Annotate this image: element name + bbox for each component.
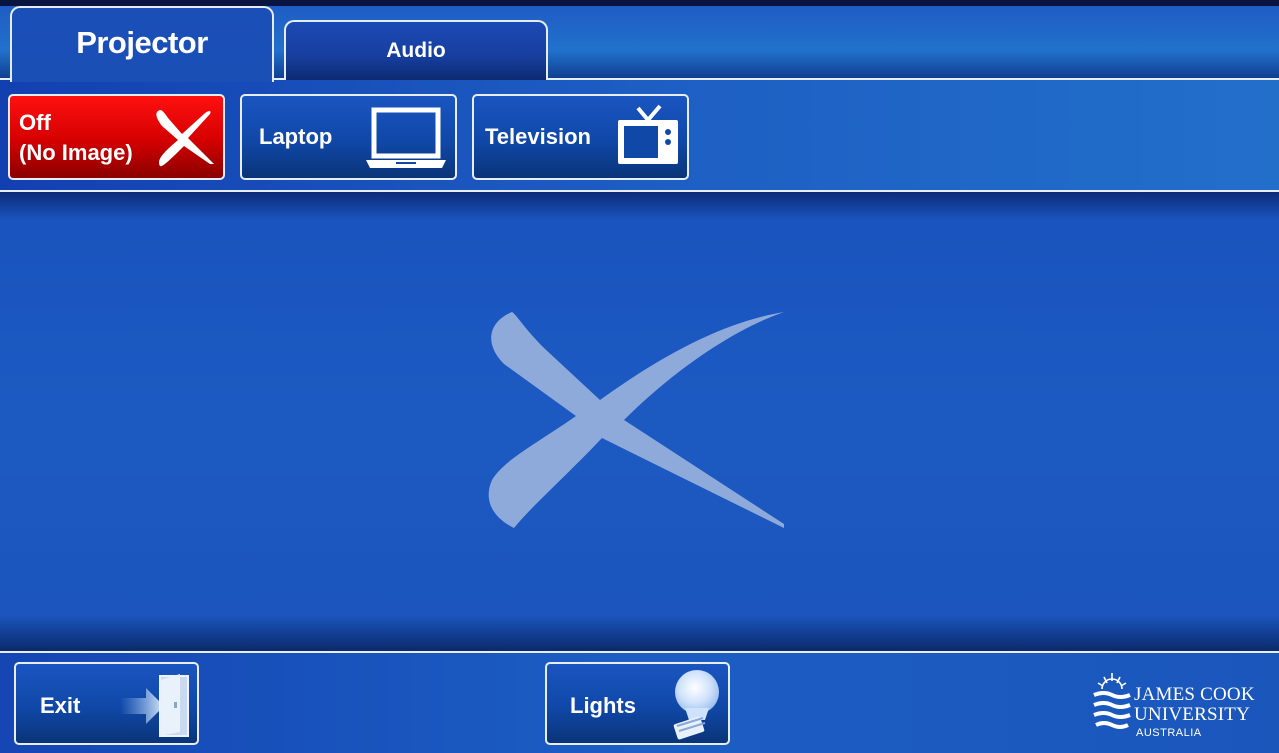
- lights-label: Lights: [570, 693, 636, 718]
- television-label: Television: [485, 124, 591, 149]
- lights-button[interactable]: Lights: [545, 662, 730, 745]
- logo-emblem-icon: [1093, 673, 1131, 729]
- logo-line-australia: AUSTRALIA: [1136, 727, 1202, 739]
- laptop-label: Laptop: [259, 124, 333, 149]
- university-logo: JAMES COOK UNIVERSITY AUSTRALIA: [1092, 667, 1272, 747]
- no-image-label: (No Image): [19, 140, 133, 165]
- tab-audio[interactable]: Audio: [284, 20, 548, 80]
- tab-projector-label: Projector: [76, 25, 208, 60]
- light-bulb-icon: [673, 670, 719, 740]
- off-label: Off: [19, 110, 51, 135]
- x-mark-icon: [488, 312, 784, 528]
- television-icon: [618, 104, 678, 164]
- off-no-image-button[interactable]: Off (No Image): [8, 94, 225, 180]
- x-mark-icon: [156, 110, 214, 167]
- logo-line-james-cook: JAMES COOK: [1134, 684, 1255, 705]
- exit-door-icon: [120, 674, 189, 737]
- exit-label: Exit: [40, 693, 81, 718]
- laptop-icon: [366, 107, 446, 168]
- logo-line-university: UNIVERSITY: [1134, 704, 1250, 725]
- main-display-area: [0, 192, 1279, 652]
- tab-projector[interactable]: Projector: [10, 6, 274, 82]
- tab-audio-label: Audio: [386, 39, 446, 62]
- touch-panel-screen: Audio Projector Off (No Image) Laptop Te…: [0, 0, 1279, 753]
- laptop-button[interactable]: Laptop: [240, 94, 457, 180]
- exit-button[interactable]: Exit: [14, 662, 199, 745]
- television-button[interactable]: Television: [472, 94, 689, 180]
